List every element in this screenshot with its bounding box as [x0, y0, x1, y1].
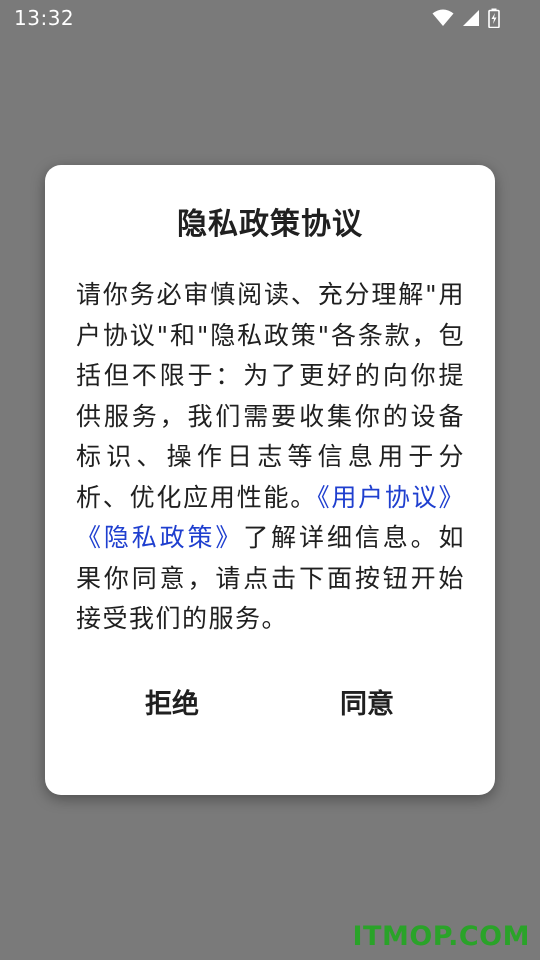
- body-text: 请你务必审慎阅读、充分理解"用户协议"和"隐私政策"各条款，包括但不限于：为了更…: [76, 280, 465, 512]
- watermark: ITMOP.COM: [352, 921, 530, 952]
- screen: 13:32 隐私政策协议 请你务必审慎阅读、充分理解"用户协议"和"隐私政策"各…: [0, 0, 540, 960]
- dialog-body: 请你务必审慎阅读、充分理解"用户协议"和"隐私政策"各条款，包括但不限于：为了更…: [76, 275, 465, 640]
- signal-icon: [462, 9, 480, 27]
- status-bar: 13:32: [0, 0, 540, 36]
- privacy-dialog: 隐私政策协议 请你务必审慎阅读、充分理解"用户协议"和"隐私政策"各条款，包括但…: [45, 165, 495, 795]
- wifi-icon: [432, 9, 454, 27]
- status-icons: [432, 7, 500, 29]
- reject-button[interactable]: 拒绝: [112, 680, 232, 730]
- battery-charging-icon: [488, 8, 500, 28]
- user-agreement-link[interactable]: 《用户协议》: [317, 483, 465, 512]
- privacy-policy-link[interactable]: 《隐私政策》: [76, 523, 243, 552]
- status-time: 13:32: [14, 6, 75, 30]
- agree-button[interactable]: 同意: [307, 680, 427, 730]
- dialog-title: 隐私政策协议: [177, 207, 363, 242]
